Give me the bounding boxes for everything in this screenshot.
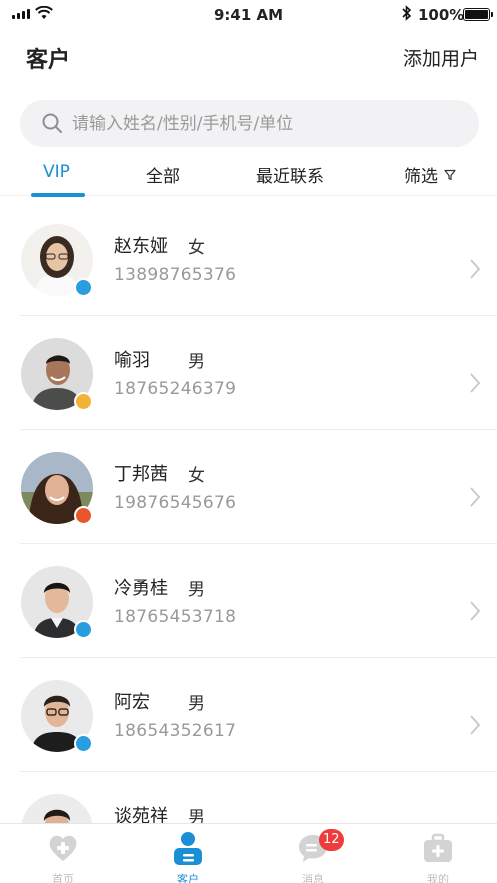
tab-recent[interactable]: 最近联系 <box>256 162 324 187</box>
tab-vip[interactable]: VIP <box>43 162 70 182</box>
bottom-tab-bar: 首页 客户 12 消息 我的 <box>0 823 497 883</box>
contact-gender: 男 <box>188 580 205 600</box>
tab-all[interactable]: 全部 <box>146 162 180 187</box>
medical-kit-icon <box>424 833 452 862</box>
heart-plus-icon <box>49 835 77 861</box>
battery-percent: 100% <box>418 6 465 24</box>
contact-list: 赵东娅 女 13898765376 喻羽 男 18765246379 丁邦茜 女… <box>0 202 497 823</box>
tab-filter[interactable]: 筛选 <box>404 162 456 187</box>
filter-tabs: VIP 全部 最近联系 筛选 <box>0 150 497 197</box>
status-dot <box>74 734 93 753</box>
tabbar-item-customer[interactable]: 客户 <box>148 824 228 883</box>
contact-row[interactable]: 赵东娅 女 13898765376 <box>0 202 497 316</box>
contact-row[interactable]: 谈苑祥 男 <box>0 772 497 823</box>
status-bar: 9:41 AM 100% <box>0 0 497 28</box>
contact-row[interactable]: 冷勇桂 男 18765453718 <box>0 544 497 658</box>
contact-name: 赵东娅 <box>114 236 168 257</box>
contact-phone: 13898765376 <box>114 265 237 285</box>
chevron-right-icon <box>470 259 481 279</box>
filter-icon <box>444 169 456 181</box>
contact-name: 冷勇桂 <box>114 578 168 599</box>
contact-name: 谈苑祥 <box>114 806 168 823</box>
contact-gender: 男 <box>188 808 205 823</box>
chevron-right-icon <box>470 487 481 507</box>
tabbar-label: 我的 <box>427 873 449 883</box>
status-dot <box>74 506 93 525</box>
chevron-right-icon <box>470 373 481 393</box>
contact-phone: 18654352617 <box>114 721 237 741</box>
contact-gender: 女 <box>188 466 205 486</box>
page-title: 客户 <box>26 48 71 73</box>
tabbar-item-mine[interactable]: 我的 <box>398 824 478 883</box>
status-dot <box>74 392 93 411</box>
tabbar-label: 消息 <box>302 873 324 883</box>
tabbar-item-home[interactable]: 首页 <box>23 824 103 883</box>
contact-row[interactable]: 丁邦茜 女 19876545676 <box>0 430 497 544</box>
unread-badge: 12 <box>319 829 344 851</box>
search-input[interactable] <box>72 100 452 147</box>
active-tab-indicator <box>31 193 85 197</box>
customer-icon <box>174 832 202 865</box>
contact-phone: 18765453718 <box>114 607 237 627</box>
battery-icon <box>463 8 493 21</box>
contact-phone: 19876545676 <box>114 493 237 513</box>
contact-row[interactable]: 阿宏 男 18654352617 <box>0 658 497 772</box>
contact-phone: 18765246379 <box>114 379 237 399</box>
tabbar-item-message[interactable]: 12 消息 <box>273 824 353 883</box>
tabbar-label: 首页 <box>52 873 74 883</box>
contact-gender: 男 <box>188 352 205 372</box>
add-user-button[interactable]: 添加用户 <box>403 44 479 71</box>
chevron-right-icon <box>470 715 481 735</box>
avatar <box>21 794 93 823</box>
contact-row[interactable]: 喻羽 男 18765246379 <box>0 316 497 430</box>
status-dot <box>74 278 93 297</box>
search-icon <box>42 113 62 133</box>
contact-name: 丁邦茜 <box>114 464 168 485</box>
status-dot <box>74 620 93 639</box>
contact-name: 阿宏 <box>114 692 150 713</box>
search-bar[interactable] <box>20 100 479 147</box>
bluetooth-icon <box>402 5 412 21</box>
tabbar-label: 客户 <box>177 873 199 883</box>
tab-filter-label: 筛选 <box>404 167 438 187</box>
contact-gender: 女 <box>188 238 205 258</box>
contact-name: 喻羽 <box>114 350 150 371</box>
chevron-right-icon <box>470 601 481 621</box>
contact-gender: 男 <box>188 694 205 714</box>
